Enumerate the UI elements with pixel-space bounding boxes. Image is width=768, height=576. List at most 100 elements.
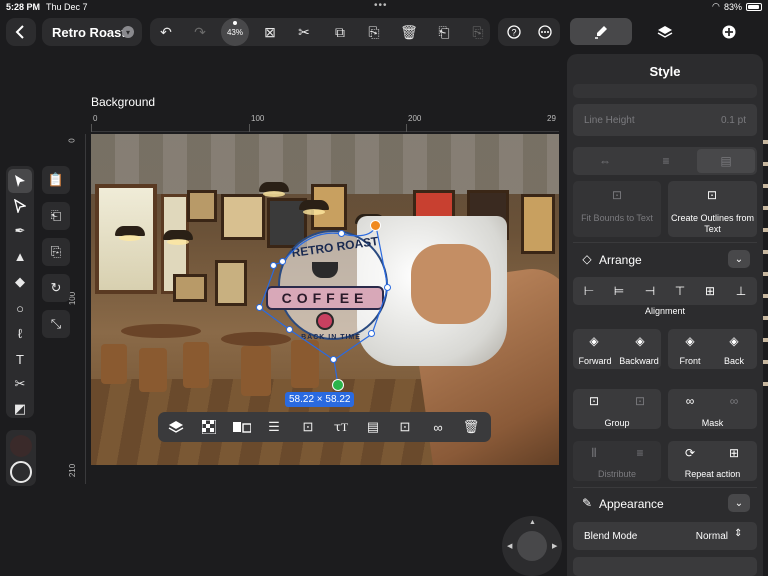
direct-select-icon[interactable] <box>8 194 32 218</box>
wall-poster <box>173 274 207 302</box>
repeat-add-icon[interactable]: ⊞ <box>725 445 743 461</box>
clipboard-icon[interactable]: 📋 <box>42 166 70 194</box>
align-left-icon[interactable]: ⊢ <box>577 280 601 302</box>
joystick-knob[interactable] <box>517 531 547 561</box>
scale-icon[interactable]: ⤡ <box>42 310 70 338</box>
align-middle-icon[interactable]: ⊞ <box>698 280 722 302</box>
style-tab[interactable] <box>570 18 632 45</box>
back-label[interactable]: Back <box>714 356 754 367</box>
pen-icon[interactable]: ✒ <box>8 219 32 243</box>
selection-handle[interactable] <box>330 356 337 363</box>
ungroup-icon[interactable]: ⊡ <box>631 393 649 409</box>
trash-icon[interactable]: 🗑 <box>397 20 421 44</box>
brush-icon[interactable]: ▲ <box>8 244 32 268</box>
group-icon[interactable]: ⊡ <box>585 393 603 409</box>
undo-icon[interactable]: ↶ <box>154 20 178 44</box>
status-bar: 5:28 PM Thu Dec 7 ••• ◠ 83% <box>0 0 768 14</box>
unmask-icon[interactable]: ∞ <box>725 393 743 409</box>
fill-icon[interactable]: ◆ <box>8 270 32 294</box>
bring-to-front-icon[interactable]: ◈ <box>681 333 699 349</box>
send-backward-icon[interactable]: ◈ <box>631 333 649 349</box>
background-layer-label: Background <box>91 95 156 109</box>
zoom-level-indicator[interactable]: 43% <box>221 18 249 46</box>
mask-icon[interactable]: ∞ <box>681 393 699 409</box>
redo-icon[interactable]: ↷ <box>188 20 212 44</box>
selection-handle[interactable] <box>368 330 375 337</box>
multitask-dots-icon[interactable]: ••• <box>374 0 388 11</box>
paste-icon[interactable]: ⎘ <box>42 238 70 266</box>
bring-forward-icon[interactable]: ◈ <box>585 333 603 349</box>
copy-icon[interactable]: ⎗ <box>42 202 70 230</box>
copy-icon[interactable]: ⧉ <box>328 20 352 44</box>
mask-icon[interactable]: ∞ <box>427 416 449 438</box>
selection-handle[interactable] <box>384 284 391 291</box>
top-ruler[interactable]: 0 100 200 29 <box>91 112 559 132</box>
checkerboard-icon[interactable] <box>198 416 220 438</box>
backward-label[interactable]: Backward <box>617 356 661 367</box>
send-to-back-icon[interactable]: ◈ <box>725 333 743 349</box>
panel-title: Style <box>649 64 681 79</box>
rotate-icon[interactable]: ↻ <box>42 274 70 302</box>
cafe-chair <box>101 344 127 384</box>
delete-icon[interactable]: 🗑 <box>460 416 482 438</box>
ruler-tick: 200 <box>408 114 422 123</box>
align-right-icon[interactable]: ⊣ <box>638 280 662 302</box>
repeat-icon[interactable]: ⟳ <box>681 445 699 461</box>
add-tab[interactable] <box>698 18 760 45</box>
fill-color-swatch[interactable] <box>10 435 32 457</box>
text-box-icon[interactable]: ▤ <box>697 149 755 173</box>
align-center-h-icon[interactable]: ⊨ <box>607 280 631 302</box>
forward-label[interactable]: Forward <box>575 356 615 367</box>
lasso-icon[interactable]: ℓ <box>8 321 32 345</box>
select-box-icon[interactable]: ⊠ <box>258 20 282 44</box>
stroke-color-swatch[interactable] <box>10 461 32 483</box>
eraser-icon[interactable]: ◩ <box>8 397 32 421</box>
zoom-dot-icon <box>233 21 237 25</box>
align-bottom-icon[interactable]: ⊥ <box>729 280 753 302</box>
mask-label: Mask <box>701 418 724 428</box>
ellipse-icon[interactable]: ○ <box>8 296 32 320</box>
flip-icon[interactable] <box>231 416 253 438</box>
duplicate-icon[interactable]: ⎗ <box>432 20 456 44</box>
selection-handle[interactable] <box>338 230 345 237</box>
paste-style-icon[interactable]: ⎘ <box>466 20 490 44</box>
arrange-collapse-button[interactable]: ⌄ <box>728 250 750 268</box>
text-lines-icon[interactable]: ≡ <box>636 150 696 172</box>
distribute-label: Distribute <box>597 469 636 479</box>
selection-handle[interactable] <box>279 258 286 265</box>
notes-icon[interactable]: ▤ <box>362 416 384 438</box>
appearance-collapse-button[interactable]: ⌄ <box>728 494 750 512</box>
ruler-tick: 29 <box>547 114 556 123</box>
horizontal-text-icon[interactable]: ⇔ <box>575 150 635 172</box>
outline-icon[interactable]: ⊡ <box>394 416 416 438</box>
ruler-tick: 0 <box>67 138 77 143</box>
wifi-icon: ◠ <box>712 1 720 11</box>
move-handle[interactable] <box>332 379 344 391</box>
cut-icon[interactable]: ✂ <box>292 20 316 44</box>
selection-handle[interactable] <box>286 326 293 333</box>
wall-poster <box>187 190 217 222</box>
pointer-icon[interactable] <box>8 169 32 193</box>
distribute-v-icon[interactable]: ≡ <box>631 445 649 461</box>
front-label[interactable]: Front <box>670 356 710 367</box>
help-icon[interactable]: ? <box>502 20 526 44</box>
line-height-value: 0.1 pt <box>720 115 746 126</box>
distribute-h-icon[interactable]: ⫴ <box>585 445 603 461</box>
layers-icon[interactable] <box>165 416 187 438</box>
selection-handle[interactable] <box>256 304 263 311</box>
more-icon[interactable] <box>533 20 557 44</box>
layers-tab[interactable] <box>634 18 696 45</box>
selection-handle[interactable] <box>270 262 277 269</box>
arrow-up-icon: ▲ <box>529 519 536 526</box>
divider <box>573 242 757 243</box>
align-icon[interactable]: ☰ <box>263 416 285 438</box>
rotation-handle[interactable] <box>370 220 381 231</box>
text-icon[interactable]: T <box>8 347 32 371</box>
scissors-icon[interactable]: ✂ <box>8 372 32 396</box>
fit-bounds-icon[interactable]: ⊡ <box>297 416 319 438</box>
app: 5:28 PM Thu Dec 7 ••• ◠ 83% Retro Roast … <box>0 0 768 576</box>
text-on-path-icon[interactable]: ꚍT <box>330 416 352 438</box>
paste-icon[interactable]: ⎘ <box>362 20 386 44</box>
chevron-down-icon: ▾ <box>122 26 134 38</box>
align-top-icon[interactable]: ⊤ <box>668 280 692 302</box>
